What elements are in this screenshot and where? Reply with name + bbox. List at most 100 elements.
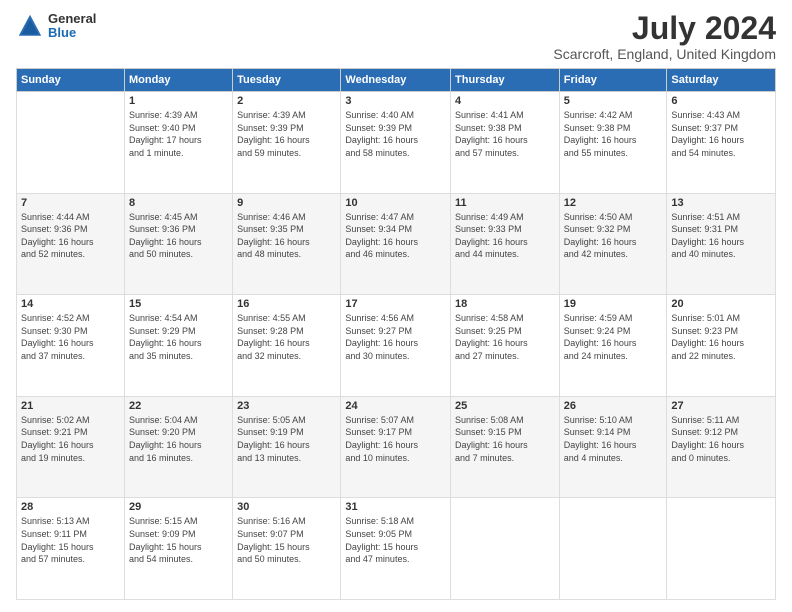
- date-number: 30: [237, 501, 336, 513]
- calendar-cell: 14 Sunrise: 4:52 AM Sunset: 9:30 PM Dayli…: [17, 295, 125, 397]
- cell-info: Sunrise: 4:55 AM Sunset: 9:28 PM Dayligh…: [237, 312, 336, 362]
- calendar-cell: [451, 498, 560, 600]
- week-row-0: 1 Sunrise: 4:39 AM Sunset: 9:40 PM Daylig…: [17, 92, 776, 194]
- cell-info: Sunrise: 5:18 AM Sunset: 9:05 PM Dayligh…: [345, 515, 446, 565]
- col-wednesday: Wednesday: [341, 69, 451, 92]
- cell-info: Sunrise: 4:51 AM Sunset: 9:31 PM Dayligh…: [671, 211, 771, 261]
- cell-info: Sunrise: 5:08 AM Sunset: 9:15 PM Dayligh…: [455, 414, 555, 464]
- cell-info: Sunrise: 5:11 AM Sunset: 9:12 PM Dayligh…: [671, 414, 771, 464]
- calendar-cell: 25Sunrise: 5:08 AM Sunset: 9:15 PM Dayli…: [451, 396, 560, 498]
- calendar-cell: 11Sunrise: 4:49 AM Sunset: 9:33 PM Dayli…: [451, 193, 560, 295]
- calendar-cell: 17Sunrise: 4:56 AM Sunset: 9:27 PM Dayli…: [341, 295, 451, 397]
- col-sunday: Sunday: [17, 69, 125, 92]
- cell-info: Sunrise: 4:39 AM Sunset: 9:39 PM Dayligh…: [237, 109, 336, 159]
- calendar-cell: 20 Sunrise: 5:01 AM Sunset: 9:23 PM Dayli…: [667, 295, 776, 397]
- date-number: 5: [564, 95, 663, 107]
- calendar-cell: 23 Sunrise: 5:05 AM Sunset: 9:19 PM Dayli…: [233, 396, 341, 498]
- calendar-cell: 24 Sunrise: 5:07 AM Sunset: 9:17 PM Dayli…: [341, 396, 451, 498]
- week-row-3: 21Sunrise: 5:02 AM Sunset: 9:21 PM Dayli…: [17, 396, 776, 498]
- cell-info: Sunrise: 4:43 AM Sunset: 9:37 PM Dayligh…: [671, 109, 771, 159]
- calendar-cell: 5 Sunrise: 4:42 AM Sunset: 9:38 PM Daylig…: [559, 92, 667, 194]
- cell-info: Sunrise: 4:58 AM Sunset: 9:25 PM Dayligh…: [455, 312, 555, 362]
- calendar-cell: 16 Sunrise: 4:55 AM Sunset: 9:28 PM Dayli…: [233, 295, 341, 397]
- calendar-cell: [667, 498, 776, 600]
- date-number: 13: [671, 197, 771, 209]
- cell-info: Sunrise: 4:59 AM Sunset: 9:24 PM Dayligh…: [564, 312, 663, 362]
- calendar-cell: 3 Sunrise: 4:40 AM Sunset: 9:39 PM Daylig…: [341, 92, 451, 194]
- date-number: 1: [129, 95, 228, 107]
- cell-info: Sunrise: 5:13 AM Sunset: 9:11 PM Dayligh…: [21, 515, 120, 565]
- logo-text: General Blue: [48, 12, 96, 41]
- date-number: 9: [237, 197, 336, 209]
- calendar-cell: [559, 498, 667, 600]
- date-number: 24: [345, 400, 446, 412]
- calendar-cell: 29Sunrise: 5:15 AM Sunset: 9:09 PM Dayli…: [124, 498, 232, 600]
- cell-info: Sunrise: 5:05 AM Sunset: 9:19 PM Dayligh…: [237, 414, 336, 464]
- col-thursday: Thursday: [451, 69, 560, 92]
- col-monday: Monday: [124, 69, 232, 92]
- calendar-cell: 30 Sunrise: 5:16 AM Sunset: 9:07 PM Dayli…: [233, 498, 341, 600]
- date-number: 8: [129, 197, 228, 209]
- week-row-2: 14 Sunrise: 4:52 AM Sunset: 9:30 PM Dayli…: [17, 295, 776, 397]
- calendar-cell: 18 Sunrise: 4:58 AM Sunset: 9:25 PM Dayli…: [451, 295, 560, 397]
- date-number: 17: [345, 298, 446, 310]
- calendar-cell: 10Sunrise: 4:47 AM Sunset: 9:34 PM Dayli…: [341, 193, 451, 295]
- header: General Blue July 2024 Scarcroft, Englan…: [16, 12, 776, 62]
- calendar-cell: 7Sunrise: 4:44 AM Sunset: 9:36 PM Daylig…: [17, 193, 125, 295]
- date-number: 16: [237, 298, 336, 310]
- cell-info: Sunrise: 5:07 AM Sunset: 9:17 PM Dayligh…: [345, 414, 446, 464]
- date-number: 21: [21, 400, 120, 412]
- calendar-table: Sunday Monday Tuesday Wednesday Thursday…: [16, 68, 776, 600]
- calendar-cell: 19 Sunrise: 4:59 AM Sunset: 9:24 PM Dayli…: [559, 295, 667, 397]
- calendar-cell: 6 Sunrise: 4:43 AM Sunset: 9:37 PM Daylig…: [667, 92, 776, 194]
- date-number: 12: [564, 197, 663, 209]
- calendar-cell: 12Sunrise: 4:50 AM Sunset: 9:32 PM Dayli…: [559, 193, 667, 295]
- date-number: 22: [129, 400, 228, 412]
- date-number: 15: [129, 298, 228, 310]
- cell-info: Sunrise: 4:39 AM Sunset: 9:40 PM Dayligh…: [129, 109, 228, 159]
- logo-general-label: General: [48, 12, 96, 26]
- col-saturday: Saturday: [667, 69, 776, 92]
- date-number: 6: [671, 95, 771, 107]
- calendar-cell: 4Sunrise: 4:41 AM Sunset: 9:38 PM Daylig…: [451, 92, 560, 194]
- date-number: 19: [564, 298, 663, 310]
- date-number: 3: [345, 95, 446, 107]
- date-number: 14: [21, 298, 120, 310]
- date-number: 23: [237, 400, 336, 412]
- title-month: July 2024: [553, 12, 776, 44]
- calendar-cell: [17, 92, 125, 194]
- cell-info: Sunrise: 5:04 AM Sunset: 9:20 PM Dayligh…: [129, 414, 228, 464]
- calendar-cell: 27Sunrise: 5:11 AM Sunset: 9:12 PM Dayli…: [667, 396, 776, 498]
- calendar-cell: 8 Sunrise: 4:45 AM Sunset: 9:36 PM Daylig…: [124, 193, 232, 295]
- date-number: 18: [455, 298, 555, 310]
- calendar-cell: 13 Sunrise: 4:51 AM Sunset: 9:31 PM Dayli…: [667, 193, 776, 295]
- calendar-cell: 15Sunrise: 4:54 AM Sunset: 9:29 PM Dayli…: [124, 295, 232, 397]
- calendar-cell: 28 Sunrise: 5:13 AM Sunset: 9:11 PM Dayli…: [17, 498, 125, 600]
- cell-info: Sunrise: 4:52 AM Sunset: 9:30 PM Dayligh…: [21, 312, 120, 362]
- cell-info: Sunrise: 4:40 AM Sunset: 9:39 PM Dayligh…: [345, 109, 446, 159]
- date-number: 31: [345, 501, 446, 513]
- date-number: 7: [21, 197, 120, 209]
- cell-info: Sunrise: 4:42 AM Sunset: 9:38 PM Dayligh…: [564, 109, 663, 159]
- date-number: 28: [21, 501, 120, 513]
- cell-info: Sunrise: 4:46 AM Sunset: 9:35 PM Dayligh…: [237, 211, 336, 261]
- date-number: 2: [237, 95, 336, 107]
- cell-info: Sunrise: 5:16 AM Sunset: 9:07 PM Dayligh…: [237, 515, 336, 565]
- date-number: 26: [564, 400, 663, 412]
- cell-info: Sunrise: 4:45 AM Sunset: 9:36 PM Dayligh…: [129, 211, 228, 261]
- cell-info: Sunrise: 4:41 AM Sunset: 9:38 PM Dayligh…: [455, 109, 555, 159]
- calendar-cell: 31 Sunrise: 5:18 AM Sunset: 9:05 PM Dayli…: [341, 498, 451, 600]
- date-number: 10: [345, 197, 446, 209]
- calendar-cell: 22 Sunrise: 5:04 AM Sunset: 9:20 PM Dayli…: [124, 396, 232, 498]
- page: General Blue July 2024 Scarcroft, Englan…: [0, 0, 792, 612]
- week-row-4: 28 Sunrise: 5:13 AM Sunset: 9:11 PM Dayli…: [17, 498, 776, 600]
- col-friday: Friday: [559, 69, 667, 92]
- calendar-cell: 1 Sunrise: 4:39 AM Sunset: 9:40 PM Daylig…: [124, 92, 232, 194]
- calendar-cell: 2 Sunrise: 4:39 AM Sunset: 9:39 PM Daylig…: [233, 92, 341, 194]
- calendar-cell: 21Sunrise: 5:02 AM Sunset: 9:21 PM Dayli…: [17, 396, 125, 498]
- cell-info: Sunrise: 5:01 AM Sunset: 9:23 PM Dayligh…: [671, 312, 771, 362]
- logo: General Blue: [16, 12, 96, 41]
- date-number: 20: [671, 298, 771, 310]
- logo-blue-label: Blue: [48, 26, 96, 40]
- week-row-1: 7Sunrise: 4:44 AM Sunset: 9:36 PM Daylig…: [17, 193, 776, 295]
